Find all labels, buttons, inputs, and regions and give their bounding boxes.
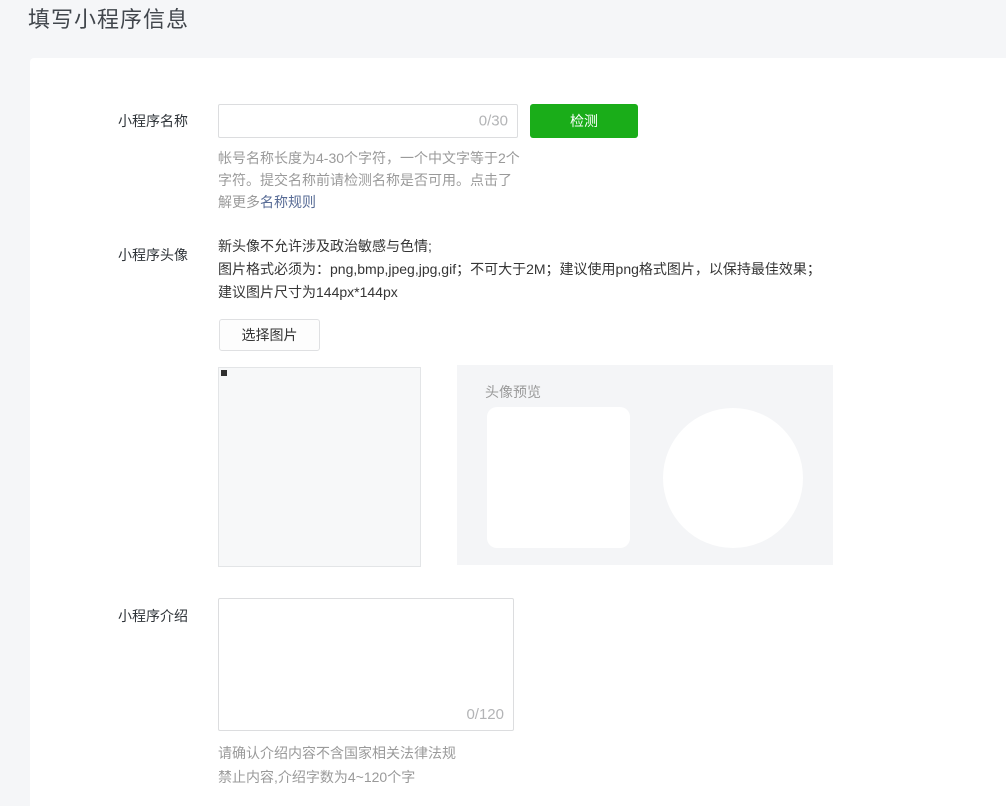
mini-program-intro-label: 小程序介绍	[118, 606, 188, 626]
mini-program-name-input[interactable]	[218, 104, 518, 138]
intro-hint-line1: 请确认介绍内容不含国家相关法律法规	[218, 741, 456, 765]
page-title: 填写小程序信息	[28, 2, 189, 34]
mini-program-name-label: 小程序名称	[118, 111, 188, 131]
intro-hint-line2: 禁止内容,介绍字数为4~120个字	[218, 765, 456, 789]
intro-textarea-wrap: 0/120	[218, 598, 514, 731]
avatar-preview-panel: 头像预览	[457, 365, 833, 565]
avatar-crop-area[interactable]	[218, 367, 421, 567]
name-rules-link[interactable]: 名称规则	[260, 194, 316, 210]
form-card: 小程序名称 0/30 检测 帐号名称长度为4-30个字符，一个中文字等于2个字符…	[30, 58, 1006, 806]
avatar-rules: 新头像不允许涉及政治敏感与色情; 图片格式必须为：png,bmp,jpeg,jp…	[218, 235, 822, 304]
avatar-preview-circle	[663, 408, 803, 548]
name-hint: 帐号名称长度为4-30个字符，一个中文字等于2个字符。提交名称前请检测名称是否可…	[218, 147, 524, 213]
avatar-rule-line1: 新头像不允许涉及政治敏感与色情;	[218, 235, 822, 258]
crop-resize-handle[interactable]	[221, 370, 227, 376]
mini-program-intro-textarea[interactable]	[218, 598, 514, 731]
avatar-preview-square	[487, 407, 630, 548]
intro-hint: 请确认介绍内容不含国家相关法律法规 禁止内容,介绍字数为4~120个字	[218, 741, 456, 789]
choose-image-button[interactable]: 选择图片	[219, 319, 320, 351]
mini-program-avatar-label: 小程序头像	[118, 245, 188, 265]
avatar-rule-line2: 图片格式必须为：png,bmp,jpeg,jpg,gif；不可大于2M；建议使用…	[218, 258, 822, 304]
name-input-wrap: 0/30	[218, 104, 518, 138]
avatar-preview-title: 头像预览	[485, 382, 541, 402]
check-name-button[interactable]: 检测	[530, 104, 638, 138]
